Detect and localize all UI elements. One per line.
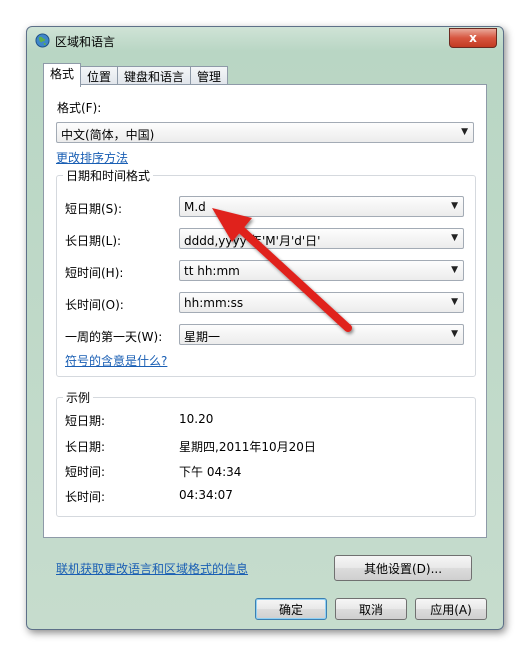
datetime-group-title: 日期和时间格式: [63, 167, 154, 184]
example-short-time-value: 下午 04:34: [179, 465, 242, 479]
tab-keyboards-languages[interactable]: 键盘和语言: [117, 66, 192, 86]
close-button[interactable]: x: [449, 28, 497, 48]
tab-strip: 格式 位置 键盘和语言 管理: [43, 63, 229, 87]
title-bar[interactable]: 区域和语言 x: [27, 27, 503, 55]
format-select[interactable]: 中文(简体，中国) ▼: [56, 122, 474, 143]
short-date-label: 短日期(S):: [65, 202, 123, 216]
datetime-format-group: 日期和时间格式 短日期(S): M.d ▼ 长日期(L): dddd,yyyy'…: [56, 167, 476, 377]
close-icon: x: [469, 31, 477, 45]
apply-button[interactable]: 应用(A): [415, 598, 487, 620]
window-title: 区域和语言: [55, 35, 116, 49]
long-date-select[interactable]: dddd,yyyy'年'M'月'd'日' ▼: [179, 228, 464, 249]
symbol-meaning-link[interactable]: 符号的含意是什么?: [65, 352, 167, 369]
example-long-time-label: 长时间:: [65, 490, 106, 504]
first-day-of-week-label: 一周的第一天(W):: [65, 330, 163, 344]
tab-format[interactable]: 格式: [43, 63, 82, 87]
cancel-button[interactable]: 取消: [335, 598, 407, 620]
chevron-down-icon: ▼: [451, 329, 458, 339]
format-select-value: 中文(简体，中国): [61, 128, 155, 142]
example-short-date-label: 短日期:: [65, 414, 106, 428]
example-group: 示例 短日期: 10.20 长日期: 星期四,2011年10月20日 短时间: …: [56, 389, 476, 517]
other-settings-button[interactable]: 其他设置(D)...: [334, 555, 472, 581]
long-time-label: 长时间(O):: [65, 298, 124, 312]
example-short-date-value: 10.20: [179, 412, 214, 426]
format-tab-panel: 格式(F): 中文(简体，中国) ▼ 更改排序方法 日期和时间格式 短日期(S)…: [43, 84, 487, 581]
long-time-value: hh:mm:ss: [184, 296, 244, 310]
format-label: 格式(F):: [57, 101, 102, 115]
chevron-down-icon: ▼: [451, 297, 458, 307]
tab-administrative[interactable]: 管理: [190, 66, 229, 86]
short-date-select[interactable]: M.d ▼: [179, 196, 464, 217]
short-time-label: 短时间(H):: [65, 266, 124, 280]
chevron-down-icon: ▼: [451, 265, 458, 275]
chevron-down-icon: ▼: [451, 201, 458, 211]
first-day-of-week-value: 星期一: [184, 330, 221, 344]
example-group-title: 示例: [63, 389, 94, 406]
example-long-time-value: 04:34:07: [179, 488, 233, 502]
first-day-of-week-select[interactable]: 星期一 ▼: [179, 324, 464, 345]
change-sort-link[interactable]: 更改排序方法: [56, 149, 128, 166]
long-time-select[interactable]: hh:mm:ss ▼: [179, 292, 464, 313]
chevron-down-icon: ▼: [461, 127, 468, 137]
online-info-link[interactable]: 联机获取更改语言和区域格式的信息: [56, 560, 248, 577]
example-short-time-label: 短时间:: [65, 465, 106, 479]
short-time-select[interactable]: tt hh:mm ▼: [179, 260, 464, 281]
short-time-value: tt hh:mm: [184, 264, 240, 278]
example-long-date-value: 星期四,2011年10月20日: [179, 440, 316, 454]
example-long-date-label: 长日期:: [65, 440, 106, 454]
region-language-window: 区域和语言 x 格式 位置 键盘和语言 管理 格式(F): 中文(简体，中国) …: [26, 26, 504, 630]
long-date-value: dddd,yyyy'年'M'月'd'日': [184, 234, 321, 248]
chevron-down-icon: ▼: [451, 233, 458, 243]
globe-icon: [35, 33, 50, 48]
ok-button[interactable]: 确定: [255, 598, 327, 620]
short-date-value: M.d: [184, 200, 206, 214]
long-date-label: 长日期(L):: [65, 234, 122, 248]
tab-location[interactable]: 位置: [80, 66, 119, 86]
